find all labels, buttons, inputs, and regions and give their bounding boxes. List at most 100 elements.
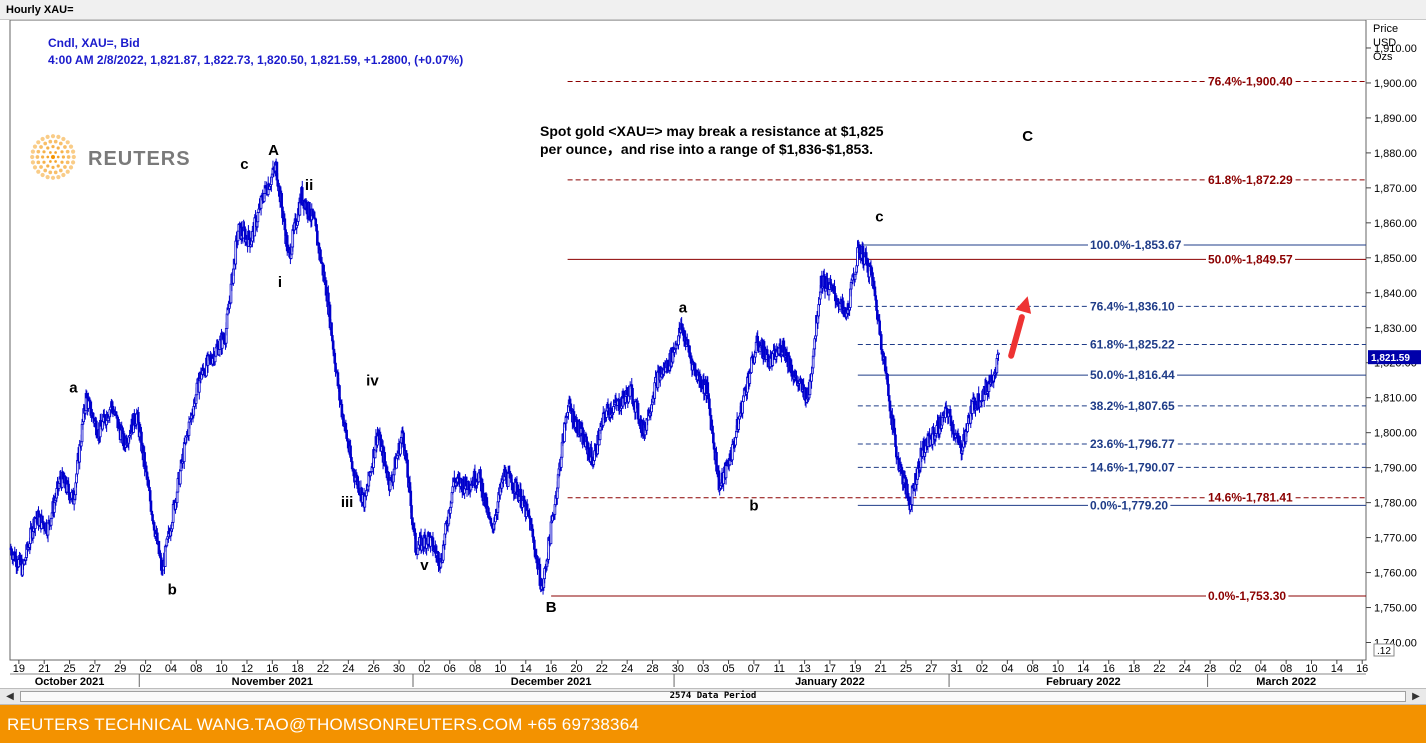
day-tick-label: 10 — [494, 663, 506, 675]
logo-dot — [46, 146, 50, 150]
logo-dot — [65, 169, 70, 174]
price-tick-label: 1,860.00 — [1374, 218, 1417, 230]
day-tick-label: 14 — [1331, 663, 1343, 675]
wave-label: ii — [305, 177, 313, 194]
day-tick-label: 04 — [1001, 663, 1013, 675]
day-tick-label: 10 — [1305, 663, 1317, 675]
day-tick-label: 24 — [621, 663, 633, 675]
candle-body — [384, 461, 387, 466]
price-chart[interactable]: 76.4%-1,900.40 61.8%-1,872.29 100.0%-1,853… — [0, 20, 1426, 688]
day-tick-label: 03 — [697, 663, 709, 675]
day-tick-label: 08 — [190, 663, 202, 675]
candle-body — [875, 299, 878, 311]
wave-label: i — [278, 274, 282, 291]
day-tick-label: 22 — [596, 663, 608, 675]
day-tick-label: 21 — [38, 663, 50, 675]
candle-body — [765, 349, 769, 356]
candle-body — [712, 432, 715, 444]
logo-dot — [53, 139, 58, 144]
candle-body — [225, 313, 229, 329]
logo-dot — [36, 160, 41, 165]
candle-body — [756, 336, 760, 346]
price-tick-label: 1,780.00 — [1374, 498, 1417, 510]
logo-dot — [56, 164, 60, 168]
logo-dot — [39, 165, 43, 169]
logo-dot — [58, 168, 63, 173]
day-tick-label: 08 — [1280, 663, 1292, 675]
logo-dot — [63, 165, 67, 169]
wave-label: A — [268, 142, 279, 159]
fib-label: 100.0%-1,853.67 — [1090, 238, 1182, 252]
logo-dot — [61, 136, 66, 142]
candle-body — [151, 514, 154, 522]
wave-label: B — [546, 599, 557, 616]
candle-body — [236, 230, 240, 242]
price-tick-label: 1,790.00 — [1374, 463, 1417, 475]
day-tick-label: 04 — [165, 663, 177, 675]
day-tick-label: 05 — [722, 663, 734, 675]
logo-dot — [60, 160, 64, 164]
day-tick-label: 14 — [520, 663, 532, 675]
month-label: March 2022 — [1256, 676, 1316, 688]
logo-dot — [42, 160, 46, 164]
day-tick-label: 31 — [951, 663, 963, 675]
reuters-logo-text: REUTERS — [88, 148, 191, 170]
fib-label: 38.2%-1,807.65 — [1090, 399, 1175, 413]
logo-dot — [46, 164, 50, 168]
price-tick-label: 1,910.00 — [1374, 43, 1417, 55]
candle-body — [344, 422, 348, 431]
forecast-arrow-shaft — [1008, 314, 1025, 359]
day-tick-label: 02 — [976, 663, 988, 675]
candle-body — [357, 480, 360, 493]
candle-body — [214, 347, 218, 357]
day-tick-label: 06 — [444, 663, 456, 675]
day-tick-label: 10 — [1052, 663, 1064, 675]
logo-dot — [40, 172, 45, 178]
logo-dot — [70, 149, 76, 154]
candle-body — [256, 212, 260, 223]
candle-body — [416, 547, 420, 555]
logo-dot — [65, 160, 70, 165]
day-tick-label: 13 — [798, 663, 810, 675]
wave-label: a — [69, 380, 78, 397]
candle-body — [247, 230, 251, 241]
chart-scrollbar[interactable]: ◀ 2574 Data Period ▶ — [0, 688, 1426, 705]
logo-dot — [65, 140, 70, 145]
candle-body — [795, 375, 798, 381]
candle-body — [997, 352, 1000, 355]
annotation-line-1: Spot gold <XAU=> may break a resistance … — [540, 123, 884, 139]
logo-dot — [61, 172, 66, 178]
logo-dot — [36, 169, 41, 174]
logo-dot — [39, 145, 43, 149]
logo-dot — [30, 149, 36, 154]
scroll-left-icon[interactable]: ◀ — [2, 689, 18, 704]
candle-body — [680, 323, 683, 330]
price-axis[interactable]: PriceUSDOzs1,740.001,750.001,760.001,770… — [1366, 23, 1421, 657]
price-tick-label: 1,890.00 — [1374, 113, 1417, 125]
candle-body — [165, 538, 169, 547]
fib-label: 61.8%-1,825.22 — [1090, 337, 1175, 351]
day-tick-label: 04 — [1255, 663, 1267, 675]
candle-body — [708, 398, 711, 409]
logo-dot — [36, 140, 41, 145]
candle-body — [915, 478, 919, 485]
logo-dot — [61, 155, 65, 159]
day-tick-label: 02 — [418, 663, 430, 675]
logo-dot — [58, 141, 63, 146]
data-period-label: 2574 Data Period — [669, 691, 757, 701]
scroll-right-icon[interactable]: ▶ — [1408, 689, 1424, 704]
logo-dot — [56, 155, 60, 159]
day-tick-label: 11 — [774, 663, 785, 675]
logo-dot — [48, 170, 53, 175]
wave-label: iv — [366, 373, 379, 390]
day-tick-label: 19 — [13, 663, 25, 675]
date-axis[interactable]: 19 21 25 27 29 02 04 08 10 12 16 18 22 24 26 30 02 06 08 10… — [10, 660, 1368, 688]
wave-label: c — [875, 208, 883, 225]
legend-line-1: Cndl, XAU=, Bid — [48, 36, 140, 50]
logo-dot — [50, 175, 56, 180]
price-tick-label: 1,750.00 — [1374, 603, 1417, 615]
scrollbar-thumb[interactable]: 2574 Data Period — [20, 691, 1406, 702]
day-tick-label: 27 — [925, 663, 937, 675]
legend-line-2: 4:00 AM 2/8/2022, 1,821.87, 1,822.73, 1,… — [48, 53, 463, 67]
fib-label: 14.6%-1,781.41 — [1208, 491, 1293, 505]
